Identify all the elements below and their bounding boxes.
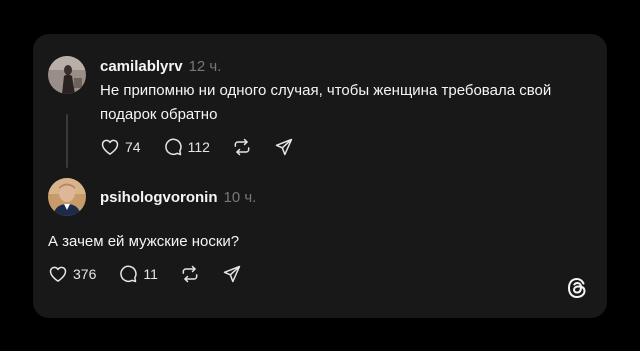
like-count: 74 bbox=[125, 139, 141, 155]
post-text: А зачем ей мужские носки? bbox=[48, 230, 528, 254]
thread-connector bbox=[66, 114, 68, 168]
send-icon bbox=[223, 265, 241, 283]
repost-icon bbox=[234, 138, 250, 156]
post-text-line: А зачем ей мужские носки? bbox=[48, 233, 240, 250]
post-actions: 74 112 bbox=[100, 136, 316, 158]
avatar[interactable] bbox=[48, 178, 86, 216]
post-header: camilablyrv 12 ч. bbox=[100, 58, 221, 75]
comment-icon bbox=[120, 265, 138, 283]
comment-icon bbox=[164, 138, 182, 156]
timestamp: 12 ч. bbox=[188, 58, 222, 75]
post-actions: 376 11 bbox=[48, 263, 264, 285]
repost-button[interactable] bbox=[232, 137, 252, 157]
like-button[interactable]: 74 bbox=[100, 137, 141, 157]
username[interactable]: camilablyrv bbox=[100, 58, 183, 75]
timestamp: 10 ч. bbox=[223, 189, 257, 206]
reply-count: 112 bbox=[187, 139, 210, 155]
repost-icon bbox=[182, 265, 198, 283]
threads-logo-icon bbox=[565, 276, 589, 300]
post-text: Не припомню ни одного случая, чтобы женщ… bbox=[100, 79, 580, 127]
share-button[interactable] bbox=[274, 137, 294, 157]
reply-button[interactable]: 11 bbox=[118, 264, 158, 284]
reply-count: 11 bbox=[143, 266, 158, 282]
heart-icon bbox=[101, 139, 119, 155]
post-text-line: Не припомню ни одного случая, чтобы женщ… bbox=[100, 82, 552, 99]
username[interactable]: psihologvoronin bbox=[100, 189, 218, 206]
post-text-line: подарок обратно bbox=[100, 106, 218, 123]
send-icon bbox=[275, 138, 293, 156]
heart-icon bbox=[49, 266, 67, 282]
threads-card: camilablyrv 12 ч. Не припомню ни одного с… bbox=[33, 34, 607, 318]
repost-button[interactable] bbox=[180, 264, 200, 284]
avatar-image bbox=[48, 56, 86, 94]
share-button[interactable] bbox=[222, 264, 242, 284]
avatar-image bbox=[48, 178, 86, 216]
avatar[interactable] bbox=[48, 56, 86, 94]
post-header: psihologvoronin 10 ч. bbox=[100, 189, 256, 206]
reply-button[interactable]: 112 bbox=[163, 137, 210, 157]
like-button[interactable]: 376 bbox=[48, 264, 96, 284]
like-count: 376 bbox=[73, 266, 97, 282]
